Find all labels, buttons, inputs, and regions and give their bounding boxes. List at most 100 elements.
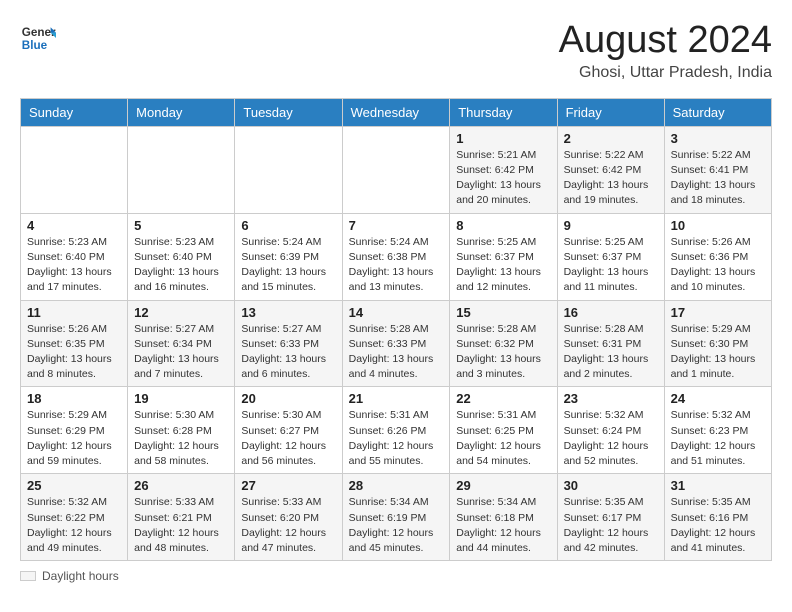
calendar-cell: 9 Sunrise: 5:25 AMSunset: 6:37 PMDaylight… [557, 213, 664, 300]
day-number: 6 [241, 218, 335, 233]
day-number: 27 [241, 478, 335, 493]
calendar-cell: 14 Sunrise: 5:28 AMSunset: 6:33 PMDayligh… [342, 300, 450, 387]
column-header-saturday: Saturday [664, 98, 771, 126]
footer-note: Daylight hours [20, 569, 772, 583]
day-info: Sunrise: 5:32 AMSunset: 6:22 PMDaylight:… [27, 495, 121, 556]
calendar-cell: 8 Sunrise: 5:25 AMSunset: 6:37 PMDaylight… [450, 213, 557, 300]
day-number: 1 [456, 131, 550, 146]
calendar-cell [235, 126, 342, 213]
day-number: 12 [134, 305, 228, 320]
header: General Blue August 2024 Ghosi, Uttar Pr… [20, 20, 772, 82]
calendar-cell: 5 Sunrise: 5:23 AMSunset: 6:40 PMDaylight… [128, 213, 235, 300]
day-info: Sunrise: 5:33 AMSunset: 6:21 PMDaylight:… [134, 495, 228, 556]
calendar-week-row: 4 Sunrise: 5:23 AMSunset: 6:40 PMDaylight… [21, 213, 772, 300]
calendar-cell [342, 126, 450, 213]
calendar-cell: 17 Sunrise: 5:29 AMSunset: 6:30 PMDayligh… [664, 300, 771, 387]
calendar-cell: 18Sunrise: 5:29 AMSunset: 6:29 PMDayligh… [21, 387, 128, 474]
day-info: Sunrise: 5:25 AMSunset: 6:37 PMDaylight:… [564, 235, 658, 296]
day-info: Sunrise: 5:24 AMSunset: 6:39 PMDaylight:… [241, 235, 335, 296]
calendar-cell: 4 Sunrise: 5:23 AMSunset: 6:40 PMDaylight… [21, 213, 128, 300]
day-number: 16 [564, 305, 658, 320]
calendar-cell: 24 Sunrise: 5:32 AMSunset: 6:23 PMDayligh… [664, 387, 771, 474]
day-info: Sunrise: 5:28 AMSunset: 6:32 PMDaylight:… [456, 322, 550, 383]
day-number: 21 [349, 391, 444, 406]
day-number: 7 [349, 218, 444, 233]
calendar-cell: 1 Sunrise: 5:21 AMSunset: 6:42 PMDaylight… [450, 126, 557, 213]
calendar-cell: 6 Sunrise: 5:24 AMSunset: 6:39 PMDaylight… [235, 213, 342, 300]
calendar-cell: 22 Sunrise: 5:31 AMSunset: 6:25 PMDayligh… [450, 387, 557, 474]
day-number: 14 [349, 305, 444, 320]
calendar-cell: 29 Sunrise: 5:34 AMSunset: 6:18 PMDayligh… [450, 474, 557, 561]
day-info: Sunrise: 5:23 AMSunset: 6:40 PMDaylight:… [27, 235, 121, 296]
day-number: 17 [671, 305, 765, 320]
calendar-cell: 20 Sunrise: 5:30 AMSunset: 6:27 PMDayligh… [235, 387, 342, 474]
day-info: Sunrise: 5:30 AMSunset: 6:28 PMDaylight:… [134, 408, 228, 469]
day-info: Sunrise: 5:24 AMSunset: 6:38 PMDaylight:… [349, 235, 444, 296]
day-info: Sunrise: 5:25 AMSunset: 6:37 PMDaylight:… [456, 235, 550, 296]
calendar-cell: 13Sunrise: 5:27 AMSunset: 6:33 PMDayligh… [235, 300, 342, 387]
day-number: 22 [456, 391, 550, 406]
calendar-cell: 31Sunrise: 5:35 AMSunset: 6:16 PMDayligh… [664, 474, 771, 561]
calendar-cell: 19 Sunrise: 5:30 AMSunset: 6:28 PMDayligh… [128, 387, 235, 474]
day-info: Sunrise: 5:21 AMSunset: 6:42 PMDaylight:… [456, 148, 550, 209]
column-header-tuesday: Tuesday [235, 98, 342, 126]
day-number: 28 [349, 478, 444, 493]
day-info: Sunrise: 5:31 AMSunset: 6:25 PMDaylight:… [456, 408, 550, 469]
calendar-cell: 28Sunrise: 5:34 AMSunset: 6:19 PMDayligh… [342, 474, 450, 561]
day-info: Sunrise: 5:30 AMSunset: 6:27 PMDaylight:… [241, 408, 335, 469]
day-info: Sunrise: 5:28 AMSunset: 6:33 PMDaylight:… [349, 322, 444, 383]
day-number: 15 [456, 305, 550, 320]
day-number: 18 [27, 391, 121, 406]
day-number: 30 [564, 478, 658, 493]
column-header-wednesday: Wednesday [342, 98, 450, 126]
day-number: 29 [456, 478, 550, 493]
day-number: 20 [241, 391, 335, 406]
day-number: 26 [134, 478, 228, 493]
calendar-header-row: SundayMondayTuesdayWednesdayThursdayFrid… [21, 98, 772, 126]
day-info: Sunrise: 5:29 AMSunset: 6:30 PMDaylight:… [671, 322, 765, 383]
day-info: Sunrise: 5:22 AMSunset: 6:41 PMDaylight:… [671, 148, 765, 209]
day-info: Sunrise: 5:32 AMSunset: 6:24 PMDaylight:… [564, 408, 658, 469]
column-header-sunday: Sunday [21, 98, 128, 126]
calendar-cell: 30 Sunrise: 5:35 AMSunset: 6:17 PMDayligh… [557, 474, 664, 561]
day-info: Sunrise: 5:33 AMSunset: 6:20 PMDaylight:… [241, 495, 335, 556]
calendar-week-row: 1 Sunrise: 5:21 AMSunset: 6:42 PMDaylight… [21, 126, 772, 213]
logo-icon: General Blue [20, 20, 56, 56]
calendar-cell [128, 126, 235, 213]
day-info: Sunrise: 5:32 AMSunset: 6:23 PMDaylight:… [671, 408, 765, 469]
day-number: 19 [134, 391, 228, 406]
calendar-cell [21, 126, 128, 213]
day-number: 4 [27, 218, 121, 233]
footer-note-label: Daylight hours [42, 569, 119, 583]
footer-note-box [20, 571, 36, 581]
day-number: 5 [134, 218, 228, 233]
day-info: Sunrise: 5:31 AMSunset: 6:26 PMDaylight:… [349, 408, 444, 469]
day-info: Sunrise: 5:28 AMSunset: 6:31 PMDaylight:… [564, 322, 658, 383]
day-info: Sunrise: 5:35 AMSunset: 6:17 PMDaylight:… [564, 495, 658, 556]
day-number: 10 [671, 218, 765, 233]
day-number: 9 [564, 218, 658, 233]
day-number: 11 [27, 305, 121, 320]
day-number: 23 [564, 391, 658, 406]
title-block: August 2024 Ghosi, Uttar Pradesh, India [559, 20, 772, 82]
day-info: Sunrise: 5:34 AMSunset: 6:18 PMDaylight:… [456, 495, 550, 556]
calendar-cell: 16 Sunrise: 5:28 AMSunset: 6:31 PMDayligh… [557, 300, 664, 387]
day-info: Sunrise: 5:23 AMSunset: 6:40 PMDaylight:… [134, 235, 228, 296]
day-info: Sunrise: 5:27 AMSunset: 6:33 PMDaylight:… [241, 322, 335, 383]
calendar-week-row: 11 Sunrise: 5:26 AMSunset: 6:35 PMDayligh… [21, 300, 772, 387]
calendar-cell: 12Sunrise: 5:27 AMSunset: 6:34 PMDayligh… [128, 300, 235, 387]
column-header-monday: Monday [128, 98, 235, 126]
calendar-cell: 11 Sunrise: 5:26 AMSunset: 6:35 PMDayligh… [21, 300, 128, 387]
day-number: 3 [671, 131, 765, 146]
calendar-week-row: 18Sunrise: 5:29 AMSunset: 6:29 PMDayligh… [21, 387, 772, 474]
calendar-cell: 15 Sunrise: 5:28 AMSunset: 6:32 PMDayligh… [450, 300, 557, 387]
day-number: 24 [671, 391, 765, 406]
calendar-table: SundayMondayTuesdayWednesdayThursdayFrid… [20, 98, 772, 561]
calendar-cell: 21 Sunrise: 5:31 AMSunset: 6:26 PMDayligh… [342, 387, 450, 474]
column-header-thursday: Thursday [450, 98, 557, 126]
day-info: Sunrise: 5:26 AMSunset: 6:35 PMDaylight:… [27, 322, 121, 383]
day-number: 25 [27, 478, 121, 493]
day-number: 8 [456, 218, 550, 233]
calendar-cell: 26 Sunrise: 5:33 AMSunset: 6:21 PMDayligh… [128, 474, 235, 561]
calendar-cell: 23 Sunrise: 5:32 AMSunset: 6:24 PMDayligh… [557, 387, 664, 474]
